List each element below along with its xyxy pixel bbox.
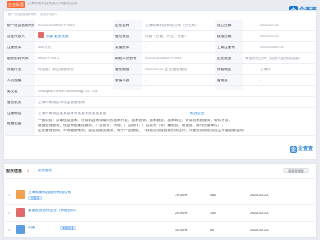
industry-label: 所属行业 <box>7 68 22 71</box>
share-amount: 350 <box>210 194 216 197</box>
watermark-logo: 企 企查查 <box>290 146 313 153</box>
established-label: 成立日期 <box>217 24 232 27</box>
used-name-value: - <box>260 79 262 82</box>
status-value: 存续（在营、开业、在册） <box>145 35 189 38</box>
share-amount: 100 <box>210 212 216 215</box>
column-header-legal: 法定代表人 <box>40 13 58 16</box>
taxpayer-value: 91310101MA1FP7A4X <box>145 57 182 60</box>
company-name-label: 企业名称 <box>115 24 130 27</box>
watermark-badge: 企 <box>290 146 297 153</box>
address-value: 上海市黄浦区某某路某号某某大厦某楼某室 <box>38 112 107 115</box>
share-ratio: 70.00% <box>175 194 188 197</box>
shareholders-count: 3 <box>27 169 30 173</box>
shareholder-name[interactable]: 刘某 <box>28 226 58 230</box>
region-label: 所属地区 <box>217 68 232 71</box>
nearby-companies-link[interactable]: 附近企业 <box>190 112 220 116</box>
staff-value: - <box>38 79 40 82</box>
column-header-code: 统一社会信用代码 <box>8 13 36 16</box>
share-date: 2020-02-23 <box>250 212 269 215</box>
business-term-label: 营业期限 <box>115 68 130 71</box>
share-amount: 50 <box>210 229 214 232</box>
tab-history-shareholders[interactable]: 历史股东 <box>38 169 63 174</box>
approve-date-value: 2020-02-23 <box>260 35 279 38</box>
top-badge: 企业标签 <box>7 1 25 8</box>
org-code-value: MA1FP7A4-1 <box>38 57 60 60</box>
authority-value: 上海市黄浦区市场监督管理局 <box>38 101 85 104</box>
approve-date-label: 核准日期 <box>217 35 232 38</box>
legal-rep-link[interactable]: 刘某 更多关联 <box>46 35 86 39</box>
org-code-label: 组织机构代码 <box>7 57 29 60</box>
insured-value: - <box>145 79 147 82</box>
taxpayer-label: 纳税人识别号 <box>115 57 137 60</box>
paid-capital-label: 实缴资本 <box>115 46 130 49</box>
credit-code-label: 统一社会信用代码 <box>7 24 34 27</box>
share-date: 2020-02-23 <box>250 194 269 197</box>
credit-code-value: 91310101MA1FP7A4X <box>38 24 75 27</box>
shareholders-title: 股东信息 <box>6 169 22 173</box>
share-ratio: 10.00% <box>175 229 188 232</box>
business-term-value: 2020-02-23 至 无固定期限 <box>145 68 187 71</box>
share-ratio: 20.00% <box>175 212 188 215</box>
page-tab-title[interactable]: 上海和美利技有限公司股权结构 <box>27 2 127 7</box>
paid-capital-value: - <box>145 46 147 49</box>
legal-rep-avatar <box>38 32 44 38</box>
industry-value: 科技推广和应用服务业 <box>38 68 74 71</box>
reg-capital-value: 500万元 <box>38 46 52 49</box>
share-date: 2020-02-23 <box>250 229 269 232</box>
row-index: 3 <box>8 229 10 232</box>
status-label: 登记状态 <box>115 35 130 38</box>
row-index: 2 <box>8 212 10 215</box>
shareholder-name[interactable]: 上海和美科技股份有限公司 <box>28 191 88 195</box>
used-name-label: 曾用名 <box>217 79 228 82</box>
equity-chart-button[interactable]: 股权穿透图 <box>283 168 309 173</box>
insured-label: 参保人数 <box>115 79 130 82</box>
row-index: 1 <box>8 194 10 197</box>
shareholder-tag: 大股东 <box>28 196 42 200</box>
type-label: 企业类型 <box>217 57 232 60</box>
shareholder-name[interactable]: 某某投资合伙企业（有限合伙） <box>28 209 88 213</box>
shareholder-avatar <box>16 208 25 217</box>
address-label: 注册地址 <box>7 112 22 115</box>
type-value: 有限责任公司（自然人投资或控股） <box>245 57 303 60</box>
region-value: 上海市 <box>260 68 271 71</box>
english-label: 英文名 <box>7 90 18 93</box>
established-value: 2020-02-23 <box>260 24 279 27</box>
authority-label: 登记机关 <box>7 101 22 104</box>
scope-label: 经营范围 <box>7 122 22 125</box>
scope-line: 企业管理咨询，市场营销策划，会议及展览服务，电子产品销售。（除依法须经批准的项目… <box>38 129 247 132</box>
reg-capital-label: 注册资本 <box>7 46 22 49</box>
scope-line: 一般项目：从事信息技术、计算机技术领域内的技术开发、技术咨询、技术服务、技术转让… <box>38 119 233 122</box>
watermark-text: 企查查 <box>298 146 314 152</box>
shareholder-avatar <box>16 190 25 199</box>
scope-line: 数据处理服务，信息系统集成服务，广告设计、代理，广告制作，广告发布（非广播电台、… <box>38 124 225 127</box>
english-value: Shanghai Hemei Technology Co., Ltd. <box>38 90 99 93</box>
reg-no-value: 310101000711 <box>260 46 284 49</box>
company-name-value: 上海和美科技有限公司（分公司） <box>145 24 199 27</box>
legal-rep-label: 法定代表人 <box>7 35 25 38</box>
shareholder-tag: 关联企业 <box>60 226 76 230</box>
shareholder-avatar <box>16 225 25 234</box>
reg-no-label: 工商注册号 <box>217 46 235 49</box>
staff-label: 人员规模 <box>7 79 22 82</box>
